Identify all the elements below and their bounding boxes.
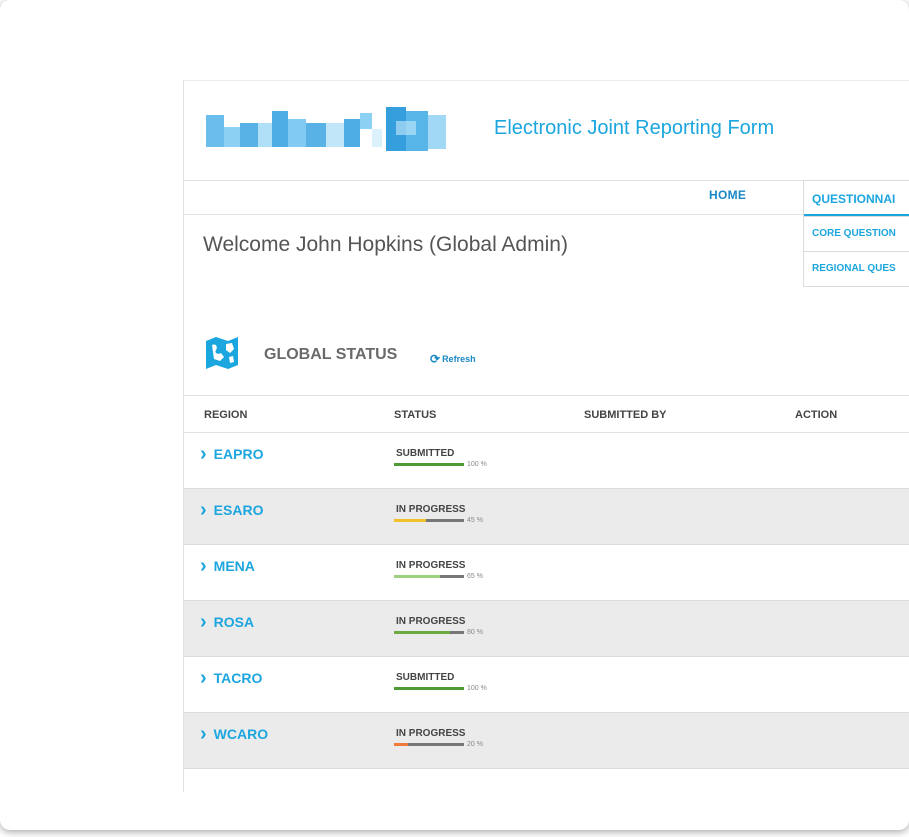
region-name: EAPRO [213, 446, 264, 462]
menu-item-regional-questionnaire[interactable]: REGIONAL QUES [804, 251, 909, 286]
region-link[interactable]: › TACRO [200, 667, 263, 689]
region-link[interactable]: › WCARO [200, 723, 269, 745]
table-body: › EAPRO SUBMITTED 100 % › ESARO IN PROGRESS 45 … [184, 433, 909, 769]
region-name: TACRO [213, 670, 263, 686]
table-row: › ROSA IN PROGRESS 80 % [184, 601, 909, 657]
progress-bar [394, 743, 464, 746]
map-icon [206, 337, 238, 369]
progress-percent: 80 % [467, 629, 483, 636]
table-row: › TACRO SUBMITTED 100 % [184, 657, 909, 713]
logo [196, 103, 454, 153]
column-header-submitted-by: SUBMITTED BY [584, 409, 667, 421]
chevron-right-icon: › [200, 723, 207, 745]
status-label: IN PROGRESS [396, 616, 466, 627]
progress-percent: 20 % [467, 741, 483, 748]
status-label: SUBMITTED [396, 672, 455, 683]
window-frame: Electronic Joint Reporting Form HOME QUE… [0, 0, 909, 830]
region-link[interactable]: › ESARO [200, 499, 264, 521]
status-label: IN PROGRESS [396, 560, 466, 571]
progress-percent: 45 % [467, 517, 483, 524]
status-label: IN PROGRESS [396, 728, 466, 739]
progress-bar [394, 631, 464, 634]
refresh-label: Refresh [442, 354, 476, 364]
chevron-right-icon: › [200, 499, 207, 521]
global-status-title: GLOBAL STATUS [264, 346, 398, 363]
welcome-message: Welcome John Hopkins (Global Admin) [203, 233, 568, 256]
progress-percent: 65 % [467, 573, 483, 580]
status-label: SUBMITTED [396, 448, 455, 459]
region-link[interactable]: › EAPRO [200, 443, 264, 465]
refresh-icon: ⟳ [430, 352, 441, 366]
header: Electronic Joint Reporting Form [184, 80, 909, 181]
column-header-action: ACTION [795, 409, 838, 421]
region-name: MENA [213, 558, 255, 574]
progress-bar [394, 575, 464, 578]
progress-percent: 100 % [467, 685, 487, 692]
region-link[interactable]: › ROSA [200, 611, 255, 633]
progress-fill [394, 575, 440, 578]
table-row: › WCARO IN PROGRESS 20 % [184, 713, 909, 769]
chevron-right-icon: › [200, 611, 207, 633]
table-row: › EAPRO SUBMITTED 100 % [184, 433, 909, 489]
progress-fill [394, 519, 426, 522]
refresh-button[interactable]: ⟳ Refresh [430, 352, 476, 366]
app-panel: Electronic Joint Reporting Form HOME QUE… [183, 80, 909, 792]
region-link[interactable]: › MENA [200, 555, 255, 577]
table-header: REGION STATUS SUBMITTED BY ACTION [184, 395, 909, 433]
progress-fill [394, 687, 464, 690]
status-label: IN PROGRESS [396, 504, 466, 515]
progress-bar [394, 463, 464, 466]
progress-fill [394, 463, 464, 466]
table-row: › ESARO IN PROGRESS 45 % [184, 489, 909, 545]
nav-home-link[interactable]: HOME [709, 188, 746, 202]
progress-bar [394, 519, 464, 522]
column-header-status: STATUS [394, 409, 437, 421]
progress-bar [394, 687, 464, 690]
column-header-region: REGION [204, 409, 248, 421]
nav-questionnaires-tab[interactable]: QUESTIONNAI [804, 181, 909, 216]
table-row: › MENA IN PROGRESS 65 % [184, 545, 909, 601]
app-title: Electronic Joint Reporting Form [494, 117, 775, 139]
region-name: ROSA [213, 614, 255, 630]
menu-item-core-questionnaire[interactable]: CORE QUESTION [804, 216, 909, 251]
divider [184, 214, 804, 215]
progress-percent: 100 % [467, 461, 487, 468]
region-name: WCARO [213, 726, 269, 742]
region-name: ESARO [213, 502, 264, 518]
status-table: REGION STATUS SUBMITTED BY ACTION › EAPRO… [184, 395, 909, 769]
progress-fill [394, 631, 450, 634]
chevron-right-icon: › [200, 443, 207, 465]
progress-fill [394, 743, 408, 746]
questionnaires-menu: QUESTIONNAI CORE QUESTION REGIONAL QUES [803, 180, 909, 287]
chevron-right-icon: › [200, 555, 207, 577]
chevron-right-icon: › [200, 667, 207, 689]
